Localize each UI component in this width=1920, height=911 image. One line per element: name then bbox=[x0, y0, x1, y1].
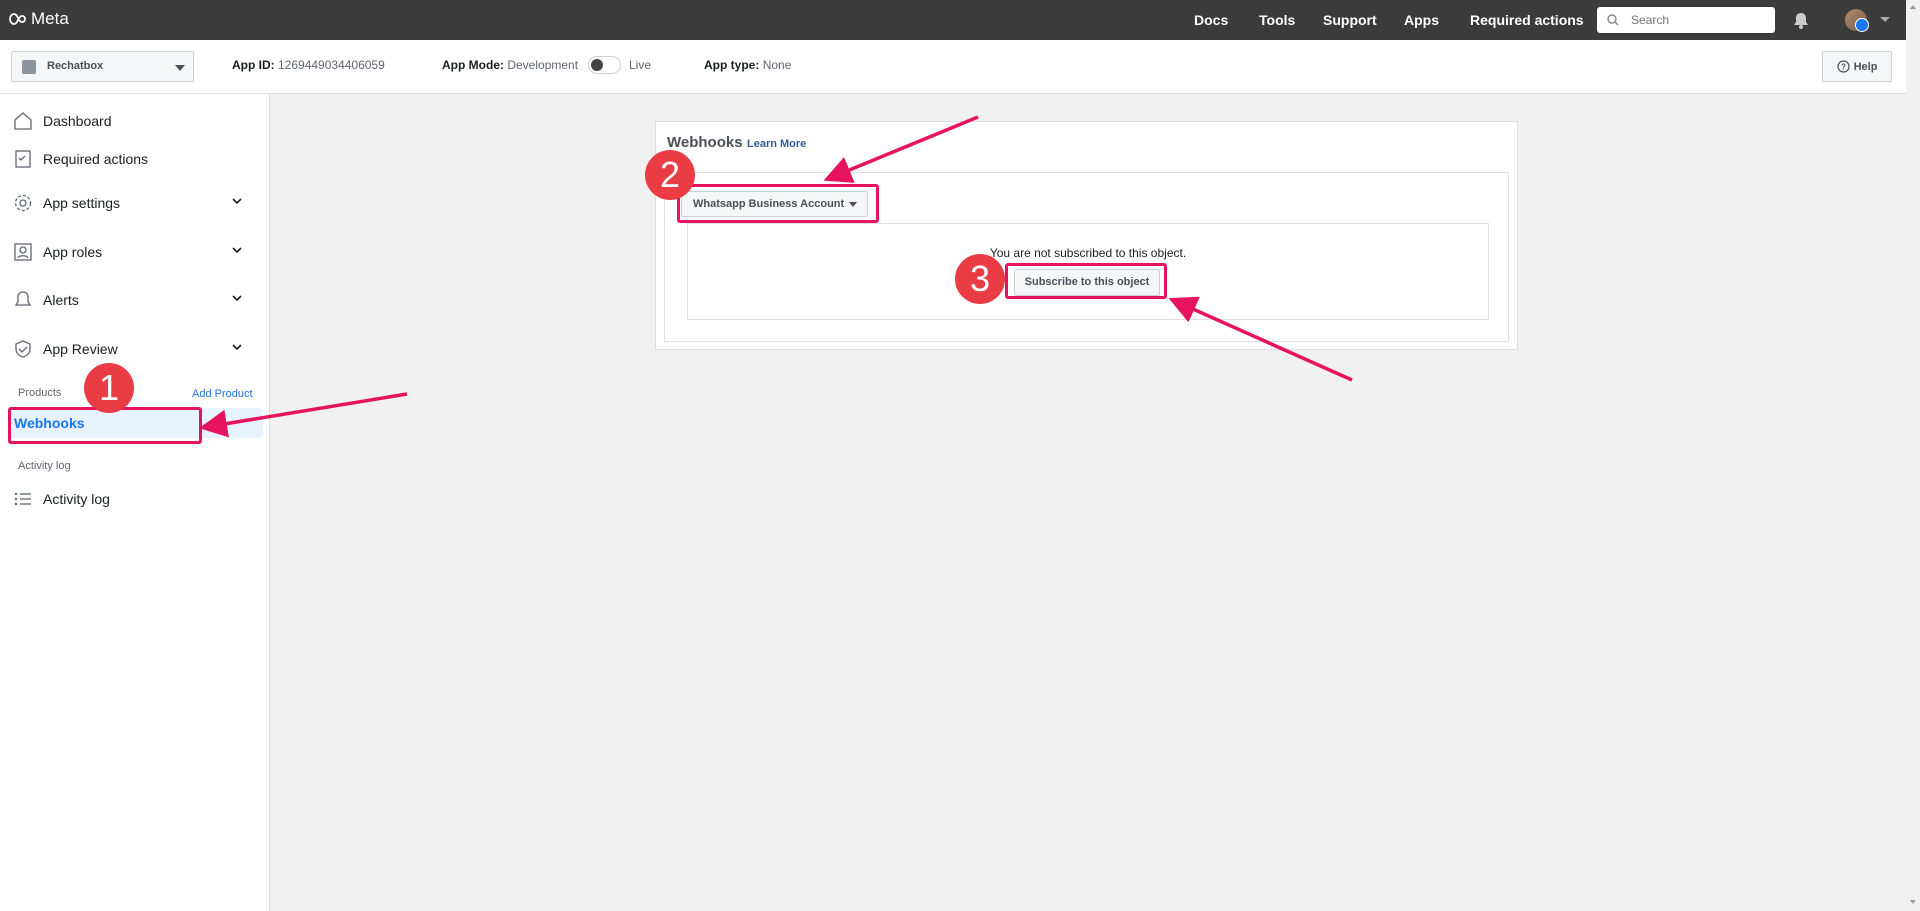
annotation-arrows bbox=[199, 115, 1353, 438]
scroll-up-icon[interactable] bbox=[1906, 0, 1920, 14]
arrow-to-webhooks bbox=[199, 392, 408, 438]
page-scrollbar[interactable] bbox=[1906, 0, 1920, 911]
scroll-down-icon[interactable] bbox=[1906, 895, 1920, 909]
arrow-to-dropdown bbox=[823, 115, 979, 183]
arrow-to-subscribe bbox=[1168, 296, 1353, 382]
